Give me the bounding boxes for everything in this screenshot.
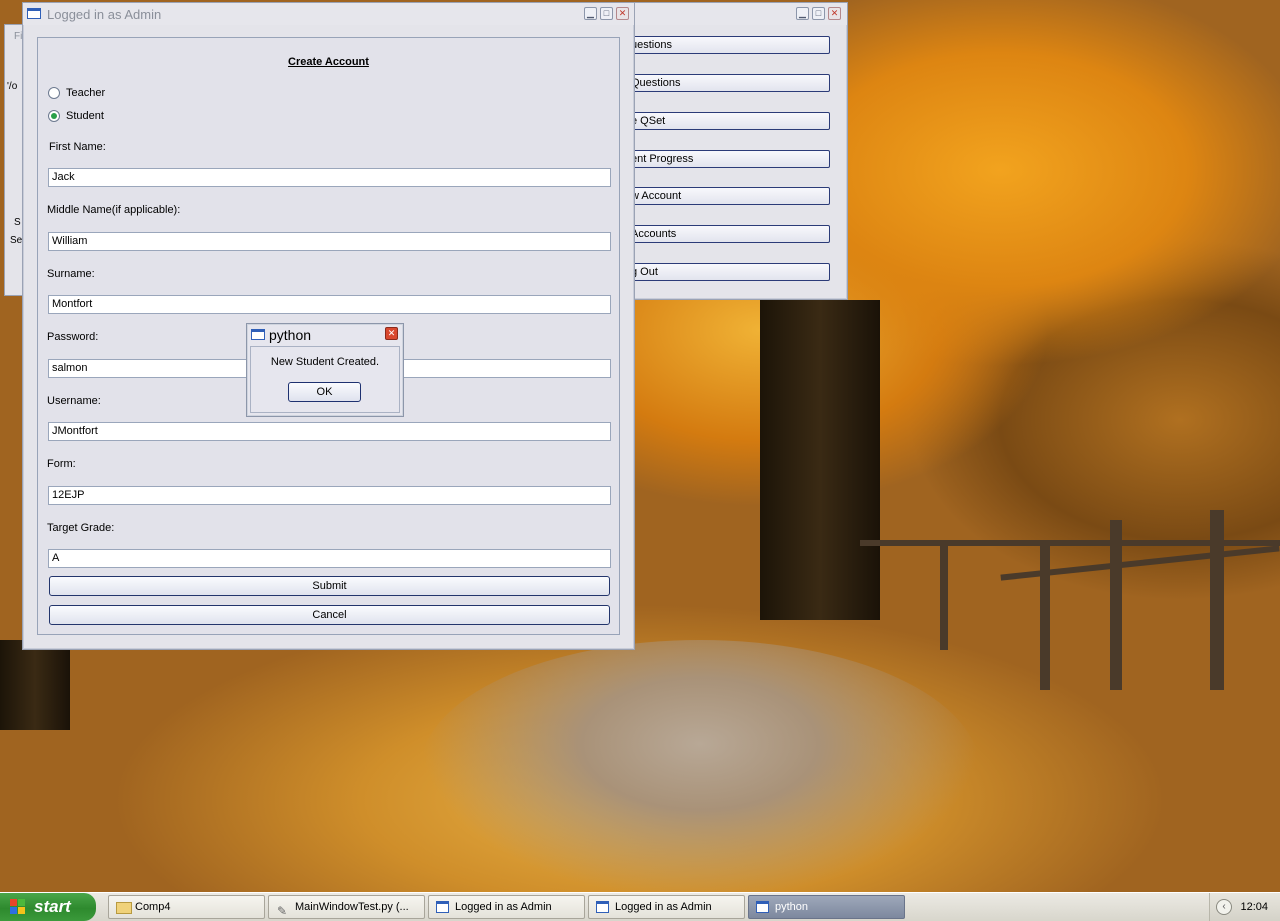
username-label: Username: bbox=[47, 395, 101, 407]
username-field[interactable]: JMontfort bbox=[48, 422, 611, 441]
menu-button-new-account[interactable]: w Account bbox=[620, 187, 830, 205]
wallpaper-path bbox=[420, 640, 980, 892]
close-button[interactable]: ✕ bbox=[828, 7, 841, 20]
start-label: start bbox=[34, 897, 71, 916]
surname-field[interactable]: Montfort bbox=[48, 295, 611, 314]
chevron-left-icon[interactable]: ‹ bbox=[1216, 899, 1232, 915]
form-heading: Create Account bbox=[288, 56, 369, 68]
window-icon bbox=[596, 901, 609, 913]
target-grade-label: Target Grade: bbox=[47, 522, 115, 534]
maximize-button[interactable]: □ bbox=[600, 7, 613, 20]
target-grade-field[interactable]: A bbox=[48, 549, 611, 568]
radio-teacher[interactable] bbox=[48, 87, 60, 99]
create-account-titlebar[interactable]: Logged in as Admin bbox=[23, 3, 634, 25]
taskbar-item-label: Comp4 bbox=[135, 901, 171, 913]
taskbar-item-label: Logged in as Admin bbox=[455, 901, 552, 913]
window-icon bbox=[27, 8, 41, 19]
menu-button-log-out[interactable]: g Out bbox=[620, 263, 830, 281]
menu-button-accounts[interactable]: Accounts bbox=[620, 225, 830, 243]
minimize-button[interactable]: ▁ bbox=[584, 7, 597, 20]
close-button[interactable]: ✕ bbox=[385, 327, 398, 340]
window-icon bbox=[251, 329, 265, 340]
taskbar-item-label: MainWindowTest.py (... bbox=[295, 901, 409, 913]
taskbar-item-label: python bbox=[775, 901, 809, 913]
middle-name-field[interactable]: William bbox=[48, 232, 611, 251]
ok-button[interactable]: OK bbox=[288, 382, 361, 402]
wallpaper-fence-post bbox=[1040, 540, 1050, 690]
radio-student[interactable] bbox=[48, 110, 60, 122]
maximize-button[interactable]: □ bbox=[812, 7, 825, 20]
folder-icon bbox=[116, 902, 132, 914]
sliver-text: S bbox=[14, 217, 21, 228]
wallpaper-tree-trunk-left bbox=[0, 640, 70, 730]
password-label: Password: bbox=[47, 331, 99, 343]
menu-button-questions-2[interactable]: Questions bbox=[620, 74, 830, 92]
dialog-message: New Student Created. bbox=[270, 356, 380, 368]
form-label: Form: bbox=[47, 458, 76, 470]
sliver-text: '/o bbox=[7, 81, 18, 92]
editor-icon: ✎ bbox=[277, 904, 288, 918]
message-dialog: python ✕ New Student Created. OK bbox=[246, 323, 404, 417]
taskbar-item-editor[interactable]: ✎ MainWindowTest.py (... bbox=[268, 895, 425, 919]
cancel-button[interactable]: Cancel bbox=[49, 605, 610, 625]
wallpaper-fence-post bbox=[1210, 510, 1224, 690]
wallpaper-fence-post bbox=[940, 540, 948, 650]
minimize-button[interactable]: ▁ bbox=[796, 7, 809, 20]
taskbar-item-logged-in-1[interactable]: Logged in as Admin bbox=[428, 895, 585, 919]
close-button[interactable]: ✕ bbox=[616, 7, 629, 20]
form-field[interactable]: 12EJP bbox=[48, 486, 611, 505]
taskbar-item-comp4[interactable]: Comp4 bbox=[108, 895, 265, 919]
radio-student-label[interactable]: Student bbox=[66, 110, 104, 122]
taskbar-item-logged-in-2[interactable]: Logged in as Admin bbox=[588, 895, 745, 919]
taskbar-item-python[interactable]: python bbox=[748, 895, 905, 919]
radio-teacher-label[interactable]: Teacher bbox=[66, 87, 105, 99]
sliver-text: Se bbox=[10, 235, 23, 246]
middle-name-label: Middle Name(if applicable): bbox=[47, 204, 181, 216]
taskbar: start Comp4 ✎ MainWindowTest.py (... Log… bbox=[0, 892, 1280, 921]
first-name-field[interactable]: Jack bbox=[48, 168, 611, 187]
system-tray: ‹ 12:04 bbox=[1209, 893, 1280, 921]
clock[interactable]: 12:04 bbox=[1240, 893, 1268, 921]
menu-button-questions[interactable]: uestions bbox=[620, 36, 830, 54]
submit-button[interactable]: Submit bbox=[49, 576, 610, 596]
wallpaper-tree-trunk bbox=[760, 300, 880, 620]
taskbar-item-label: Logged in as Admin bbox=[615, 901, 712, 913]
start-button[interactable]: start bbox=[0, 893, 96, 921]
window-icon bbox=[436, 901, 449, 913]
first-name-label: First Name: bbox=[49, 141, 106, 153]
window-title: Logged in as Admin bbox=[47, 7, 162, 22]
dialog-title: python bbox=[269, 327, 312, 343]
wallpaper-fence-post bbox=[1110, 520, 1122, 690]
windows-logo-icon bbox=[10, 899, 26, 915]
surname-label: Surname: bbox=[47, 268, 95, 280]
menu-button-qset[interactable]: e QSet bbox=[620, 112, 830, 130]
menu-button-student-progress[interactable]: ent Progress bbox=[620, 150, 830, 168]
window-icon bbox=[756, 901, 769, 913]
